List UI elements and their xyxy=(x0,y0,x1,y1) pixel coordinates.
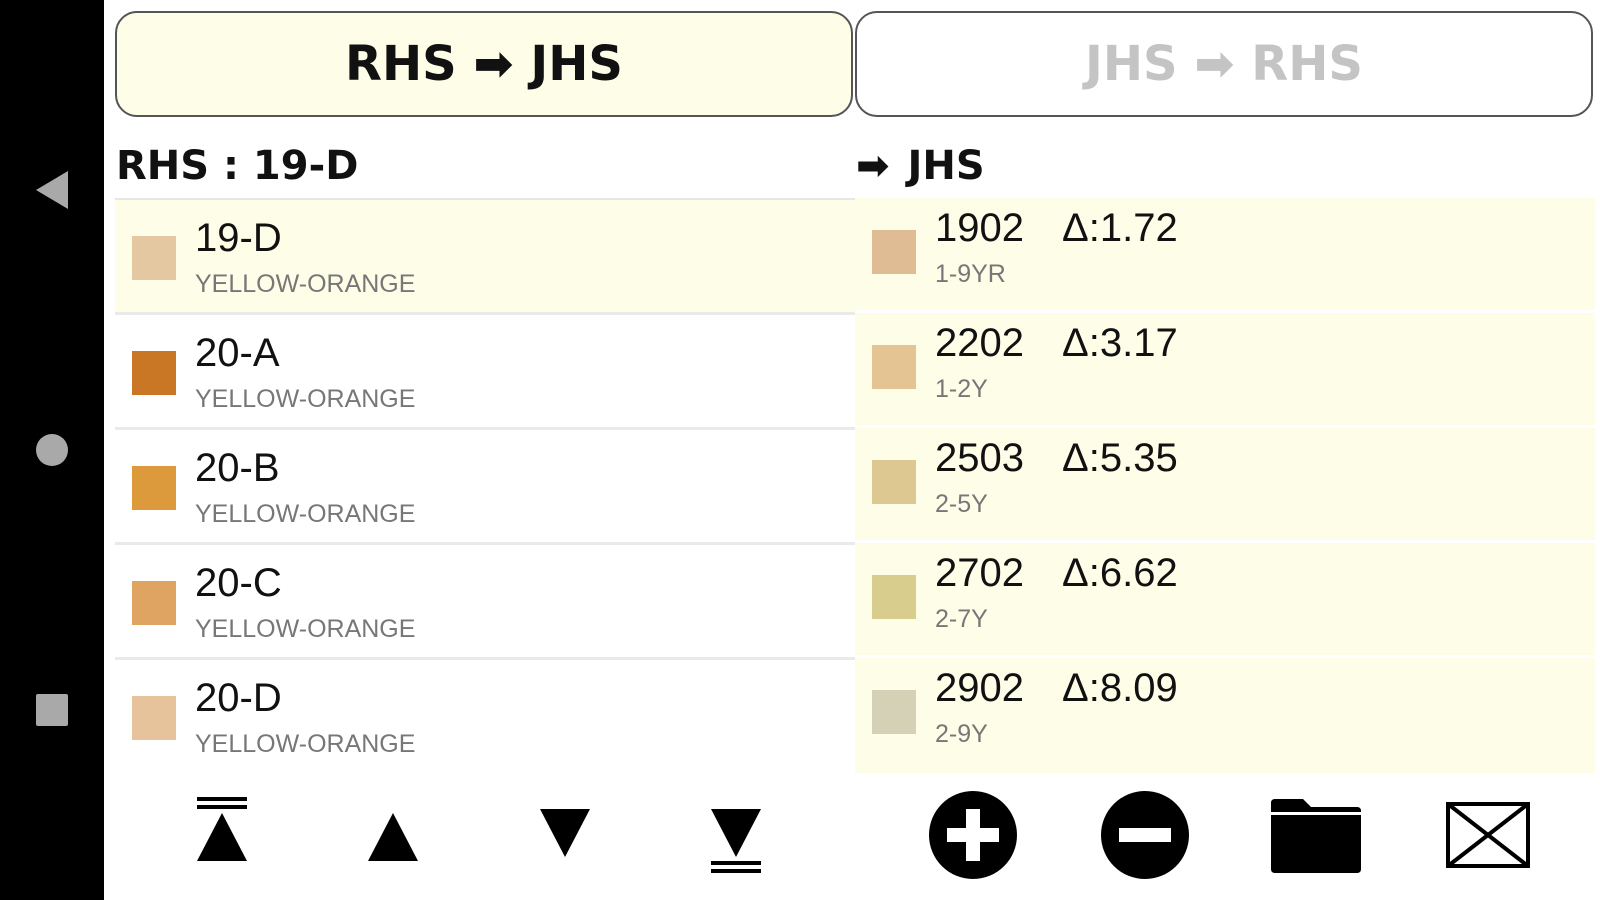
rhs-group: YELLOW-ORANGE xyxy=(195,385,416,413)
add-icon xyxy=(929,791,1017,879)
scroll-up-button[interactable] xyxy=(343,790,443,880)
jhs-list-item[interactable]: 2902 Δ:8.09 2-9Y xyxy=(855,658,1595,773)
nav-back-button[interactable] xyxy=(0,160,104,220)
jhs-notation: 2-7Y xyxy=(935,605,988,633)
color-swatch xyxy=(132,581,176,625)
tab-rhs-to-jhs[interactable]: RHS ➡ JHS xyxy=(115,11,853,117)
rhs-list-item[interactable]: 20-D YELLOW-ORANGE xyxy=(115,660,855,775)
rhs-code: 20-D xyxy=(195,676,282,720)
color-swatch xyxy=(132,696,176,740)
delta-value: Δ:6.62 xyxy=(1062,551,1178,595)
arrow-right-icon: ➡ xyxy=(856,143,890,189)
jhs-code: 1902 xyxy=(935,206,1024,250)
scroll-bottom-button[interactable] xyxy=(686,790,786,880)
recents-icon xyxy=(36,694,68,726)
jhs-results-header: ➡ JHS xyxy=(856,140,985,192)
send-mail-button[interactable] xyxy=(1438,790,1538,880)
color-swatch xyxy=(132,466,176,510)
open-folder-button[interactable] xyxy=(1266,790,1366,880)
mail-icon xyxy=(1446,802,1530,868)
color-swatch xyxy=(872,345,916,389)
color-swatch xyxy=(132,351,176,395)
scroll-down-button[interactable] xyxy=(515,790,615,880)
jhs-code: 2902 xyxy=(935,666,1024,710)
scroll-top-icon xyxy=(197,797,247,861)
color-swatch xyxy=(872,460,916,504)
color-swatch xyxy=(872,690,916,734)
delta-value: Δ:8.09 xyxy=(1062,666,1178,710)
rhs-list-item[interactable]: 20-B YELLOW-ORANGE xyxy=(115,430,855,545)
delta-value: Δ:1.72 xyxy=(1062,206,1178,250)
rhs-code: 19-D xyxy=(195,216,282,260)
folder-icon xyxy=(1271,799,1361,873)
color-swatch xyxy=(132,236,176,280)
scroll-down-icon xyxy=(540,809,590,857)
nav-recents-button[interactable] xyxy=(0,680,104,740)
remove-button[interactable] xyxy=(1095,790,1195,880)
rhs-list-item[interactable]: 20-C YELLOW-ORANGE xyxy=(115,545,855,660)
rhs-selection-header: RHS : 19-D xyxy=(116,143,359,189)
jhs-code: 2202 xyxy=(935,321,1024,365)
jhs-notation: 2-9Y xyxy=(935,720,988,748)
rhs-color-list: 19-D YELLOW-ORANGE 20-A YELLOW-ORANGE 20… xyxy=(115,198,855,775)
add-button[interactable] xyxy=(923,790,1023,880)
jhs-list-item[interactable]: 2503 Δ:5.35 2-5Y xyxy=(855,428,1595,543)
tab-jhs-to-rhs[interactable]: JHS ➡ RHS xyxy=(855,11,1593,117)
rhs-group: YELLOW-ORANGE xyxy=(195,730,416,758)
system-nav-bar xyxy=(0,0,104,900)
rhs-group: YELLOW-ORANGE xyxy=(195,615,416,643)
jhs-notation: 1-2Y xyxy=(935,375,988,403)
rhs-code: 20-A xyxy=(195,331,280,375)
scroll-bottom-icon xyxy=(711,809,761,873)
delta-value: Δ:3.17 xyxy=(1062,321,1178,365)
rhs-group: YELLOW-ORANGE xyxy=(195,270,416,298)
jhs-match-list: 1902 Δ:1.72 1-9YR 2202 Δ:3.17 1-2Y 2503 … xyxy=(855,198,1595,773)
jhs-header-label: JHS xyxy=(907,143,985,189)
rhs-list-item[interactable]: 19-D YELLOW-ORANGE xyxy=(115,200,855,315)
jhs-list-item[interactable]: 2702 Δ:6.62 2-7Y xyxy=(855,543,1595,658)
rhs-list-item[interactable]: 20-A YELLOW-ORANGE xyxy=(115,315,855,430)
nav-home-button[interactable] xyxy=(0,420,104,480)
jhs-list-item[interactable]: 1902 Δ:1.72 1-9YR xyxy=(855,198,1595,313)
remove-icon xyxy=(1101,791,1189,879)
home-icon xyxy=(36,434,68,466)
jhs-code: 2702 xyxy=(935,551,1024,595)
back-icon xyxy=(36,171,68,209)
scroll-up-icon xyxy=(368,813,418,861)
rhs-code: 20-B xyxy=(195,446,280,490)
jhs-notation: 1-9YR xyxy=(935,260,1006,288)
rhs-code: 20-C xyxy=(195,561,282,605)
jhs-notation: 2-5Y xyxy=(935,490,988,518)
color-swatch xyxy=(872,575,916,619)
jhs-list-item[interactable]: 2202 Δ:3.17 1-2Y xyxy=(855,313,1595,428)
scroll-top-button[interactable] xyxy=(172,790,272,880)
jhs-code: 2503 xyxy=(935,436,1024,480)
color-swatch xyxy=(872,230,916,274)
rhs-group: YELLOW-ORANGE xyxy=(195,500,416,528)
delta-value: Δ:5.35 xyxy=(1062,436,1178,480)
